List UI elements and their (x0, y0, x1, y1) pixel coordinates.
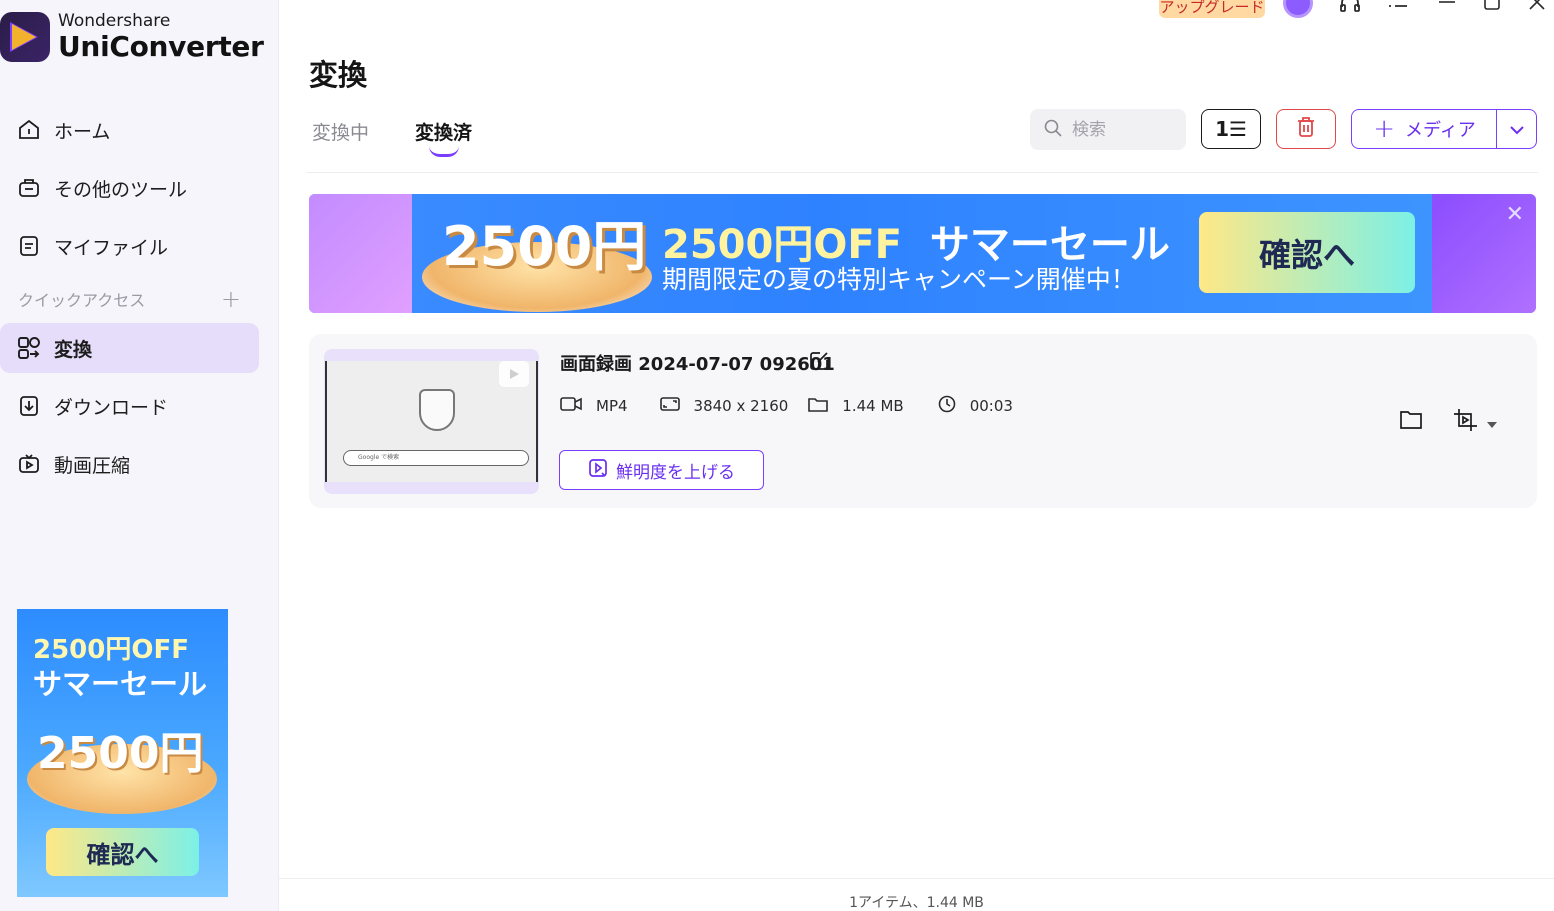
sidebar-item-compress[interactable]: 動画圧縮 (0, 439, 279, 489)
add-media-dropdown-button[interactable] (1496, 109, 1537, 149)
app-window: Wondershare UniConverter ホーム その他のツール マイフ… (0, 0, 1554, 911)
items-summary: 1アイテム、1.44 MB (849, 895, 984, 911)
close-icon[interactable] (1525, 0, 1549, 16)
file-name: 画面録画 2024-07-07 092601 (560, 354, 835, 375)
file-resolution: 3840 x 2160 (659, 396, 789, 416)
toolbox-icon (16, 175, 42, 201)
sidebar-item-label: 動画圧縮 (54, 454, 131, 477)
caret-down-icon[interactable] (1487, 413, 1497, 432)
sidebar-item-label: ダウンロード (54, 396, 169, 419)
format-value: MP4 (596, 397, 628, 415)
sidebar-item-label: ホーム (54, 120, 111, 143)
enhance-clarity-button[interactable]: 鮮明度を上げる (559, 450, 764, 490)
crop-edit-button[interactable] (1453, 408, 1497, 436)
banner-confirm-button[interactable]: 確認へ (1199, 212, 1415, 293)
brand-name: Wondershare (58, 11, 171, 31)
maximize-icon[interactable] (1480, 0, 1504, 16)
compress-icon (16, 451, 42, 477)
sidebar-item-my-files[interactable]: マイファイル (0, 221, 279, 271)
video-camera-icon (560, 396, 596, 416)
promo-big-text: 2500円 (37, 728, 204, 779)
promo-banner[interactable]: 2500円 2500円OFF サマーセール 期間限定の夏の特別キャンペーン開催中… (309, 194, 1536, 313)
open-folder-button[interactable] (1399, 408, 1423, 434)
duration-value: 00:03 (969, 397, 1013, 415)
quick-access-label: クイックアクセス (18, 291, 146, 310)
download-icon (16, 393, 42, 419)
sidebar-promo-ad[interactable]: 2500円OFF サマーセール 2500円 確認へ (17, 609, 228, 897)
sidebar-item-convert[interactable]: 変換 (0, 323, 259, 373)
folder-icon (808, 396, 842, 416)
resolution-value: 3840 x 2160 (693, 397, 789, 415)
trash-icon (1296, 116, 1316, 142)
add-media-button[interactable]: + メディア (1351, 109, 1497, 149)
resolution-icon (659, 396, 694, 416)
delete-button[interactable] (1276, 109, 1336, 149)
headset-icon[interactable] (1338, 0, 1362, 16)
edit-icon[interactable] (808, 350, 830, 372)
add-media-label: メディア (1405, 120, 1476, 141)
search-box[interactable] (1030, 109, 1186, 150)
file-size: 1.44 MB (808, 396, 904, 416)
file-metadata: MP4 3840 x 2160 1.44 MB 00:03 (560, 395, 1033, 417)
list-view-button[interactable]: 1☰ (1201, 109, 1261, 149)
plus-icon: + (1373, 114, 1396, 144)
avatar-icon[interactable] (1283, 0, 1313, 18)
uniconverter-logo-icon (0, 12, 50, 62)
promo-sale-text: サマーセール (33, 667, 208, 701)
video-thumbnail[interactable]: Google で検索 (324, 349, 539, 494)
add-quick-access-button[interactable]: + (221, 285, 241, 313)
banner-big-text: 2500円 (442, 215, 647, 278)
file-icon (16, 233, 42, 259)
app-logo: Wondershare UniConverter (0, 12, 264, 62)
sidebar-item-home[interactable]: ホーム (0, 105, 279, 155)
play-icon[interactable] (499, 361, 529, 387)
minimize-icon[interactable] (1435, 0, 1459, 16)
search-input[interactable] (1072, 119, 1172, 140)
page-title: 変換 (309, 58, 368, 92)
product-name: UniConverter (58, 30, 264, 63)
upgrade-button[interactable]: アップグレード (1159, 0, 1265, 18)
size-value: 1.44 MB (842, 397, 904, 415)
sidebar-nav: ホーム その他のツール マイファイル クイックアクセス + 変換 ダウンロード … (0, 105, 279, 497)
enhance-icon (588, 458, 616, 483)
status-footer: 1アイテム、1.44 MB (279, 878, 1554, 911)
sidebar-item-label: 変換 (54, 338, 93, 361)
file-duration: 00:03 (938, 395, 1013, 417)
enhance-label: 鮮明度を上げる (616, 462, 735, 483)
tab-converting[interactable]: 変換中 (312, 118, 369, 145)
header-divider (306, 172, 1538, 173)
clock-icon (938, 395, 970, 417)
home-icon (16, 117, 42, 143)
quick-access-header: クイックアクセス + (0, 279, 279, 319)
folder-icon (1399, 408, 1423, 434)
file-format: MP4 (560, 396, 628, 416)
banner-subline: 期間限定の夏の特別キャンペーン開催中！ (662, 265, 1136, 294)
conversion-tabs: 変換中 変換済 (312, 118, 518, 157)
search-icon (1044, 119, 1062, 141)
banner-close-icon[interactable]: ✕ (1506, 202, 1524, 227)
menu-icon[interactable] (1386, 0, 1410, 16)
banner-content: 2500円 2500円OFF サマーセール 期間限定の夏の特別キャンペーン開催中… (412, 194, 1432, 313)
crop-icon (1453, 408, 1479, 436)
sidebar-item-label: マイファイル (54, 236, 169, 259)
sidebar: Wondershare UniConverter ホーム その他のツール マイフ… (0, 0, 279, 911)
promo-confirm-button[interactable]: 確認へ (46, 828, 199, 876)
file-card[interactable]: Google で検索 画面録画 2024-07-07 092601 MP4 38… (309, 334, 1537, 508)
banner-left-band (309, 194, 412, 313)
shield-icon (419, 389, 455, 431)
tab-converted[interactable]: 変換済 (415, 118, 472, 157)
sidebar-item-other-tools[interactable]: その他のツール (0, 163, 279, 213)
thumbnail-search-bar: Google で検索 (343, 450, 529, 466)
chevron-down-icon (1509, 120, 1525, 139)
sidebar-item-download[interactable]: ダウンロード (0, 381, 279, 431)
convert-icon (16, 335, 42, 361)
sidebar-item-label: その他のツール (54, 178, 188, 201)
